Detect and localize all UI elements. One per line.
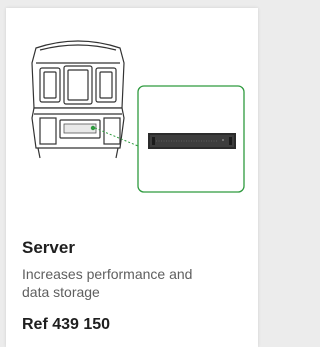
- product-title: Server: [22, 238, 75, 257]
- server-unit-icon: [148, 133, 236, 149]
- cabinet-icon: [31, 40, 125, 159]
- server-cabinet-illustration: [31, 40, 245, 193]
- product-reference: Ref 439 150: [22, 316, 111, 333]
- product-description: Increases performance and data storage: [22, 266, 193, 300]
- highlight-dot: [90, 125, 96, 131]
- product-card[interactable]: Server Increases performance and data st…: [6, 8, 258, 347]
